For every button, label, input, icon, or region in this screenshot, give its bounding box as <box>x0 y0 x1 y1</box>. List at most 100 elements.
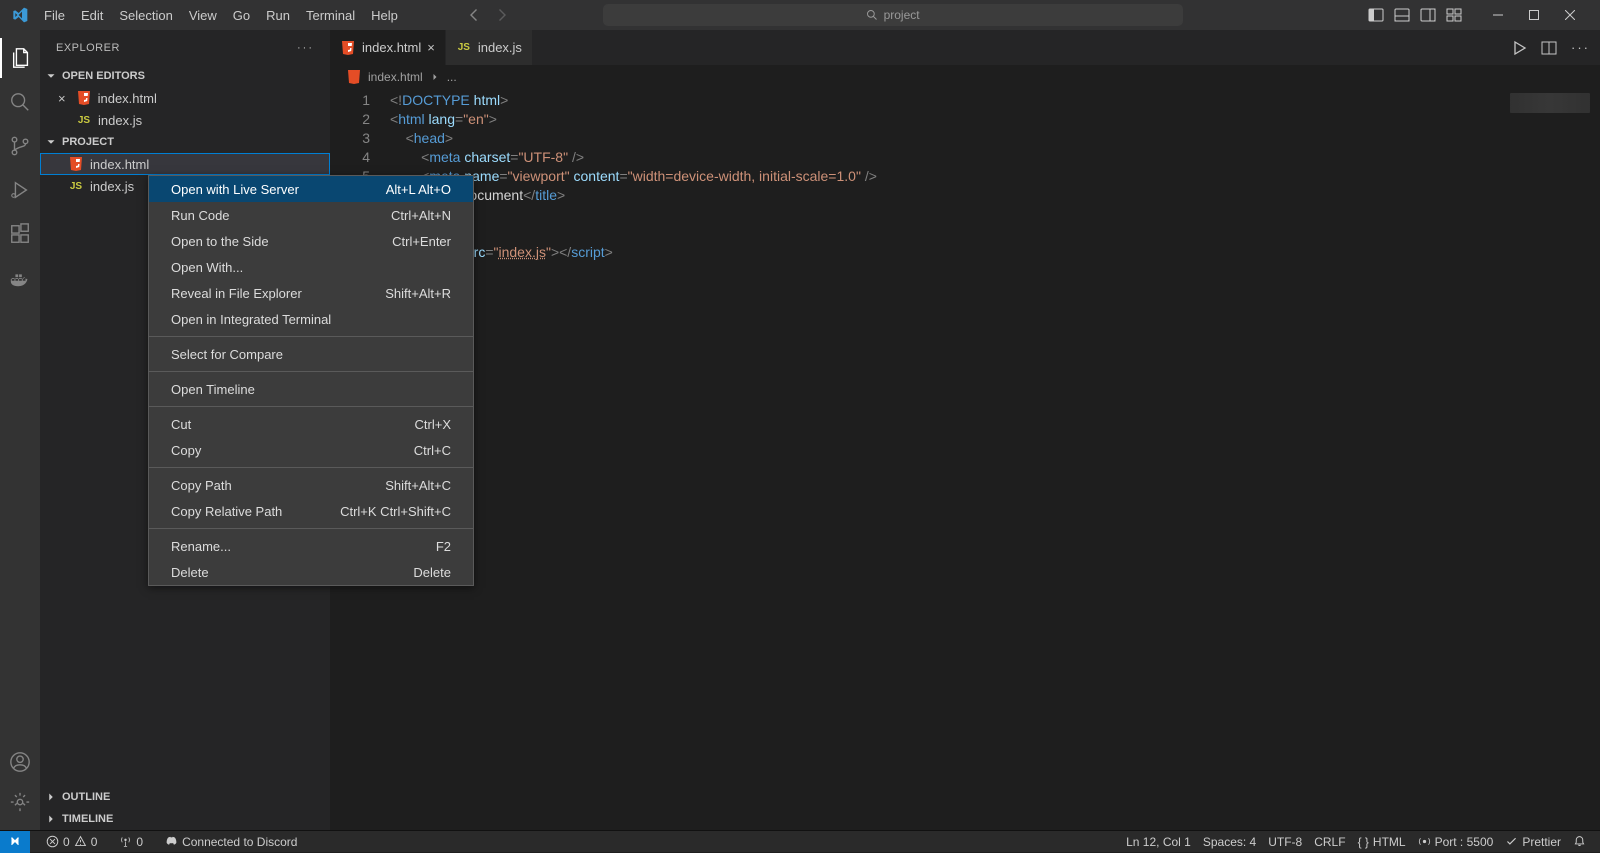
window-minimize[interactable] <box>1480 0 1516 30</box>
context-menu-item[interactable]: Open with Live ServerAlt+L Alt+O <box>149 176 473 202</box>
activity-extensions[interactable] <box>0 214 40 254</box>
status-discord[interactable]: Connected to Discord <box>159 835 303 849</box>
status-eol[interactable]: CRLF <box>1308 835 1351 849</box>
project-header[interactable]: PROJECT <box>40 131 330 153</box>
menu-bar: File Edit Selection View Go Run Terminal… <box>4 4 406 27</box>
context-menu-separator <box>149 336 473 337</box>
menu-view[interactable]: View <box>181 4 225 27</box>
activity-source-control[interactable] <box>0 126 40 166</box>
context-menu-label: Reveal in File Explorer <box>171 286 302 301</box>
menu-run[interactable]: Run <box>258 4 298 27</box>
layout-sidebar-left-icon[interactable] <box>1368 7 1384 23</box>
js-file-icon: JS <box>76 112 92 128</box>
context-menu-item[interactable]: Open With... <box>149 254 473 280</box>
context-menu-shortcut: F2 <box>436 539 451 554</box>
close-icon[interactable]: × <box>427 40 435 55</box>
activity-accounts[interactable] <box>0 742 40 782</box>
status-notifications[interactable] <box>1567 835 1592 848</box>
timeline-header[interactable]: TIMELINE <box>40 808 330 830</box>
status-language[interactable]: { } HTML <box>1352 835 1412 849</box>
breadcrumb[interactable]: index.html ... <box>330 65 1600 89</box>
open-editor-item[interactable]: × index.html <box>40 87 330 109</box>
vscode-icon <box>12 7 28 23</box>
explorer-title: EXPLORER <box>56 42 120 54</box>
context-menu-item[interactable]: CutCtrl+X <box>149 411 473 437</box>
outline-header[interactable]: OUTLINE <box>40 786 330 808</box>
status-ports[interactable]: 0 <box>113 835 149 849</box>
context-menu-item[interactable]: DeleteDelete <box>149 559 473 585</box>
context-menu-item[interactable]: CopyCtrl+C <box>149 437 473 463</box>
more-icon[interactable]: ··· <box>1571 40 1590 55</box>
command-center[interactable]: project <box>603 4 1183 26</box>
breadcrumb-segment: ... <box>447 70 457 84</box>
editor-tabs: index.html × JS index.js ··· <box>330 30 1600 65</box>
status-encoding[interactable]: UTF-8 <box>1262 835 1308 849</box>
status-spaces[interactable]: Spaces: 4 <box>1197 835 1262 849</box>
account-icon <box>9 751 31 773</box>
nav-forward-icon[interactable] <box>494 7 510 23</box>
menu-go[interactable]: Go <box>225 4 258 27</box>
close-icon[interactable]: × <box>58 91 66 106</box>
editor-tab[interactable]: index.html × <box>330 30 446 65</box>
context-menu-label: Select for Compare <box>171 347 283 362</box>
context-menu-item[interactable]: Reveal in File ExplorerShift+Alt+R <box>149 280 473 306</box>
remote-button[interactable] <box>0 831 30 853</box>
context-menu-shortcut: Ctrl+K Ctrl+Shift+C <box>340 504 451 519</box>
docker-icon <box>9 267 31 289</box>
context-menu-item[interactable]: Open to the SideCtrl+Enter <box>149 228 473 254</box>
layout-sidebar-right-icon[interactable] <box>1420 7 1436 23</box>
menu-edit[interactable]: Edit <box>73 4 111 27</box>
editor-tab[interactable]: JS index.js <box>446 30 533 65</box>
context-menu-item[interactable]: Open in Integrated Terminal <box>149 306 473 332</box>
menu-terminal[interactable]: Terminal <box>298 4 363 27</box>
context-menu-item[interactable]: Open Timeline <box>149 376 473 402</box>
context-menu-item[interactable]: Run CodeCtrl+Alt+N <box>149 202 473 228</box>
code-editor[interactable]: 12345678910 <!DOCTYPE html> <html lang="… <box>330 89 1600 830</box>
activity-run-debug[interactable] <box>0 170 40 210</box>
context-menu-separator <box>149 371 473 372</box>
activity-search[interactable] <box>0 82 40 122</box>
status-line-col[interactable]: Ln 12, Col 1 <box>1120 835 1197 849</box>
layout-panel-icon[interactable] <box>1394 7 1410 23</box>
git-branch-icon <box>9 135 31 157</box>
code-content[interactable]: <!DOCTYPE html> <html lang="en"> <head> … <box>390 89 1600 830</box>
menu-selection[interactable]: Selection <box>111 4 180 27</box>
menu-file[interactable]: File <box>36 4 73 27</box>
context-menu-item[interactable]: Select for Compare <box>149 341 473 367</box>
activity-explorer[interactable] <box>0 38 40 78</box>
nav-arrows <box>466 7 510 23</box>
open-editor-item[interactable]: JS index.js <box>40 109 330 131</box>
project-file-item[interactable]: index.html <box>40 153 330 175</box>
context-menu-item[interactable]: Copy PathShift+Alt+C <box>149 472 473 498</box>
braces-icon: { } <box>1358 835 1369 849</box>
more-icon[interactable]: ··· <box>297 42 314 54</box>
context-menu-label: Open Timeline <box>171 382 255 397</box>
context-menu-item[interactable]: Rename...F2 <box>149 533 473 559</box>
command-center-text: project <box>884 8 920 22</box>
context-menu-shortcut: Ctrl+Alt+N <box>391 208 451 223</box>
nav-back-icon[interactable] <box>466 7 482 23</box>
html-file-icon <box>76 90 92 106</box>
context-menu-item[interactable]: Copy Relative PathCtrl+K Ctrl+Shift+C <box>149 498 473 524</box>
open-editors-header[interactable]: OPEN EDITORS <box>40 65 330 87</box>
minimap[interactable] <box>1510 93 1590 113</box>
context-menu-separator <box>149 406 473 407</box>
activity-docker[interactable] <box>0 258 40 298</box>
context-menu-separator <box>149 467 473 468</box>
split-editor-icon[interactable] <box>1541 40 1557 56</box>
window-maximize[interactable] <box>1516 0 1552 30</box>
status-live-server[interactable]: Port : 5500 <box>1412 835 1500 849</box>
breadcrumb-file: index.html <box>368 70 423 84</box>
status-problems[interactable]: 0 0 <box>40 835 103 849</box>
window-close[interactable] <box>1552 0 1588 30</box>
html-file-icon <box>68 156 84 172</box>
layout-customize-icon[interactable] <box>1446 7 1462 23</box>
menu-help[interactable]: Help <box>363 4 406 27</box>
status-prettier[interactable]: Prettier <box>1499 835 1567 849</box>
project-file-label: index.html <box>90 157 149 172</box>
activity-settings[interactable] <box>0 782 40 822</box>
discord-icon <box>165 835 178 848</box>
search-icon <box>866 9 878 21</box>
chevron-right-icon <box>44 812 58 826</box>
run-icon[interactable] <box>1511 40 1527 56</box>
